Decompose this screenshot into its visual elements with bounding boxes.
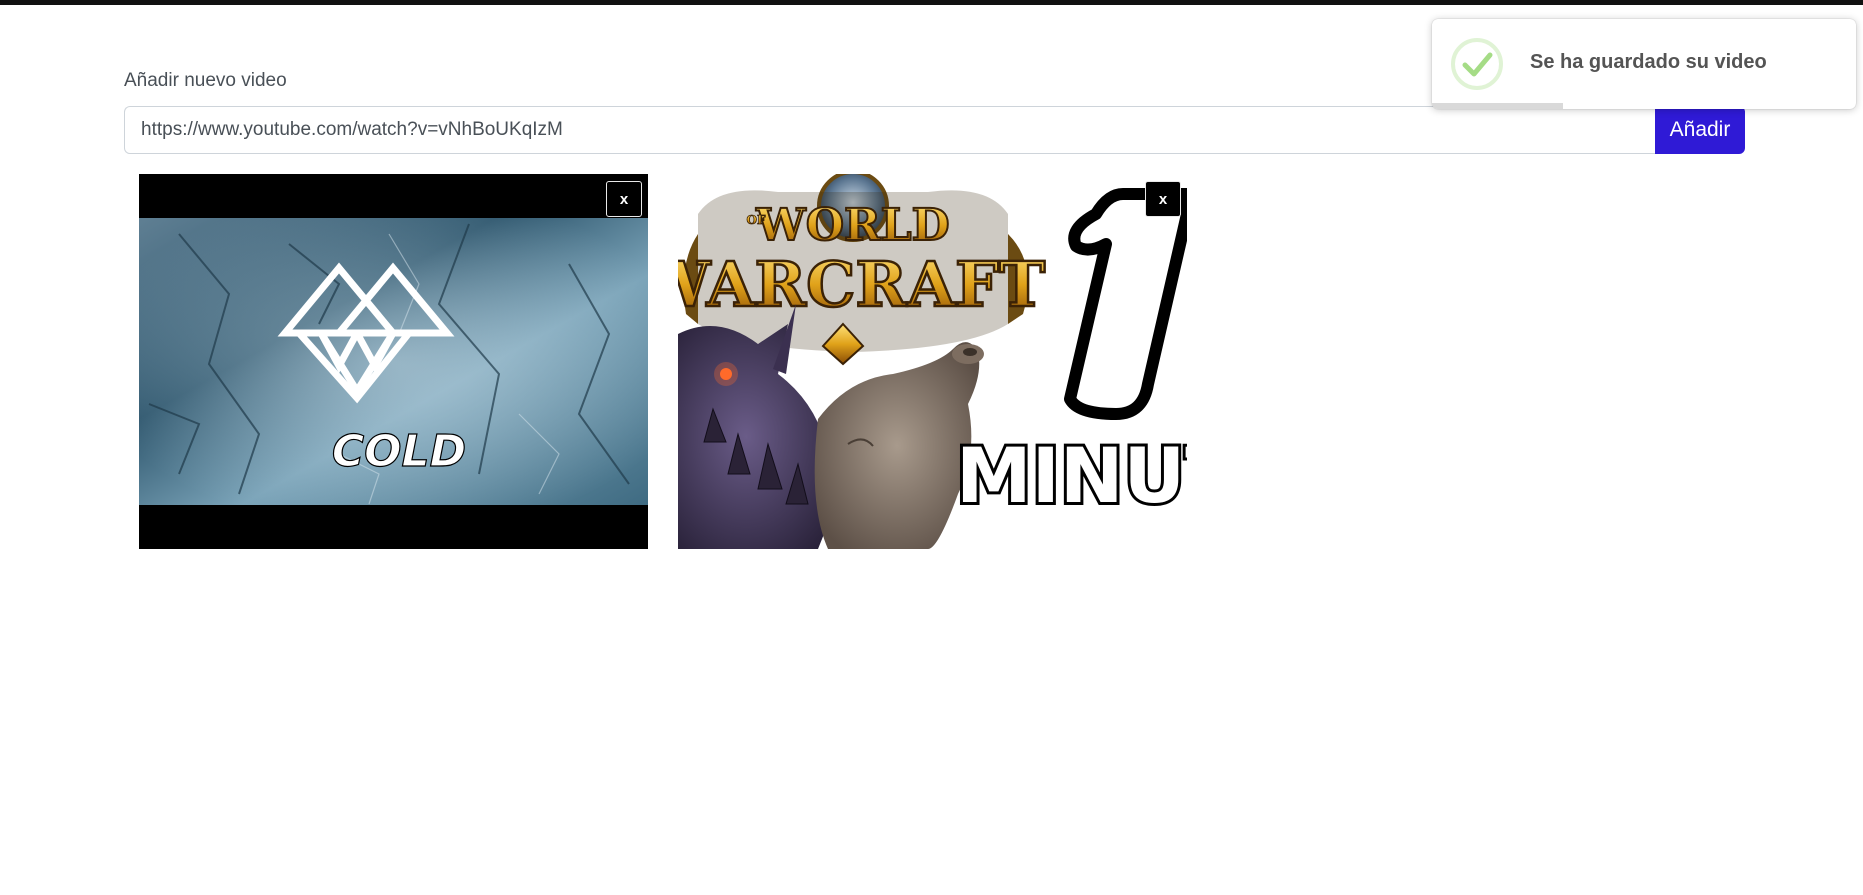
video-card: WORLD OF WARCRAFT MINUTO x (678, 174, 1187, 549)
video-url-input[interactable] (124, 106, 1655, 154)
video-thumbnail[interactable]: WORLD OF WARCRAFT MINUTO (678, 174, 1187, 549)
success-check-icon (1451, 38, 1503, 90)
success-toast[interactable]: Se ha guardado su video (1432, 19, 1856, 109)
remove-video-button[interactable]: x (606, 181, 642, 217)
toast-timer-bar (1432, 103, 1564, 109)
thumbnail-text-of: OF (747, 213, 766, 227)
browser-top-bar (0, 0, 1863, 5)
remove-video-button[interactable]: x (1145, 181, 1181, 217)
thumbnail-text-world: WORLD (755, 200, 949, 251)
thumbnail-text-warcraft: WARCRAFT (678, 248, 1045, 321)
video-card: COLD x (139, 174, 648, 549)
thumbnail-text-minuto: MINUTO (956, 431, 1187, 520)
add-video-label: Añadir nuevo video (124, 70, 287, 91)
add-video-input-group: Añadir (124, 106, 1745, 154)
video-thumbnail[interactable]: COLD (139, 174, 648, 549)
thumbnail-title: COLD (332, 426, 466, 477)
toast-message: Se ha guardado su video (1530, 51, 1767, 73)
add-video-button[interactable]: Añadir (1655, 106, 1745, 154)
toast-timer-track (1432, 103, 1856, 109)
